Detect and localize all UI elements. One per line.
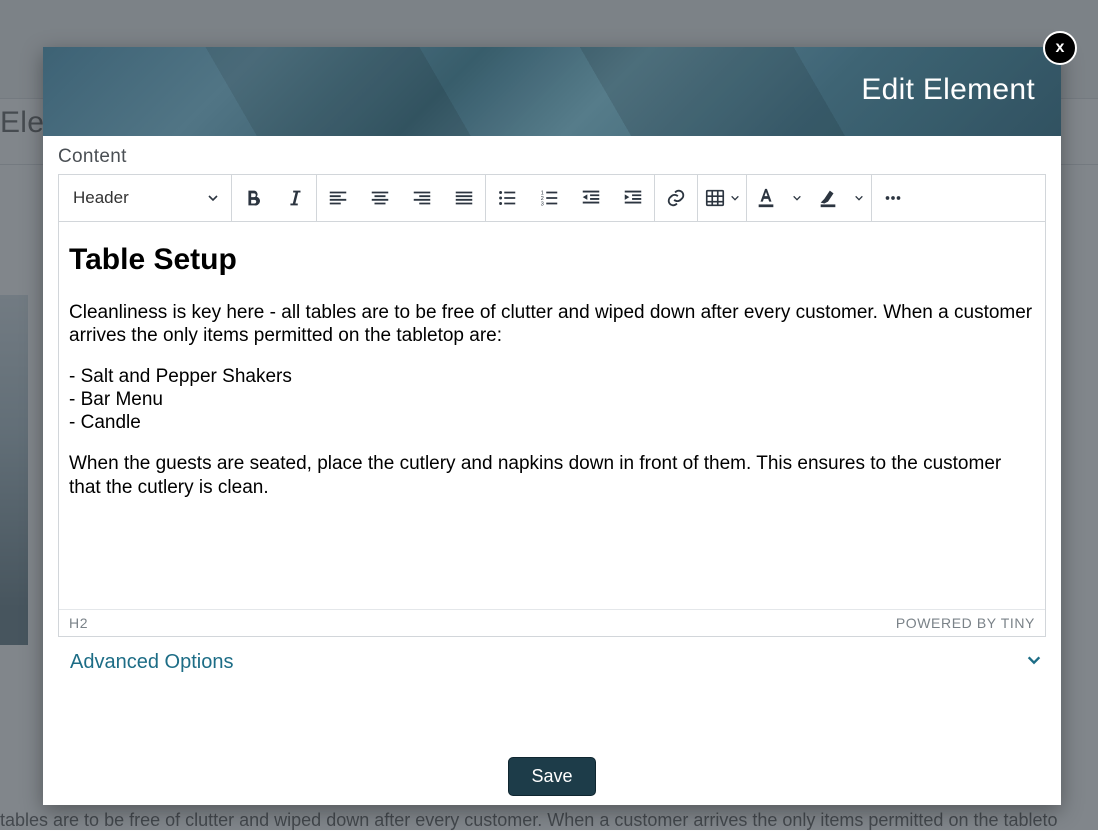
bold-button[interactable] xyxy=(232,175,274,221)
svg-text:3: 3 xyxy=(541,201,544,207)
text-color-icon xyxy=(755,186,777,210)
editor-list-item: - Bar Menu xyxy=(69,388,1035,411)
modal-header: Edit Element xyxy=(43,47,1061,136)
link-icon xyxy=(665,187,687,209)
chevron-down-icon xyxy=(792,193,802,203)
editor-frame: Table Setup Cleanliness is key here - al… xyxy=(58,222,1046,637)
align-justify-button[interactable] xyxy=(443,175,485,221)
more-button[interactable] xyxy=(872,175,914,221)
bullet-list-button[interactable] xyxy=(486,175,528,221)
save-button[interactable]: Save xyxy=(508,757,595,796)
table-button[interactable] xyxy=(698,175,746,221)
format-select[interactable]: Header xyxy=(59,175,231,221)
bullet-list-icon xyxy=(496,187,518,209)
editor-list-item: - Salt and Pepper Shakers xyxy=(69,365,1035,388)
outdent-button[interactable] xyxy=(570,175,612,221)
align-left-button[interactable] xyxy=(317,175,359,221)
highlight-color-menu[interactable] xyxy=(847,175,871,221)
content-label: Content xyxy=(58,136,1046,174)
align-left-icon xyxy=(327,187,349,209)
align-justify-icon xyxy=(453,187,475,209)
align-center-button[interactable] xyxy=(359,175,401,221)
format-select-label: Header xyxy=(73,188,129,208)
editor-heading: Table Setup xyxy=(69,242,1035,279)
powered-by-label[interactable]: POWERED BY TINY xyxy=(896,615,1035,631)
editor-toolbar: Header xyxy=(58,174,1046,222)
close-button[interactable]: x xyxy=(1043,31,1077,65)
numbered-list-icon: 123 xyxy=(538,187,560,209)
align-right-icon xyxy=(411,187,433,209)
editor-list-item: - Candle xyxy=(69,411,1035,434)
numbered-list-button[interactable]: 123 xyxy=(528,175,570,221)
highlight-color-button[interactable] xyxy=(809,175,847,221)
outdent-icon xyxy=(580,187,602,209)
editor-content[interactable]: Table Setup Cleanliness is key here - al… xyxy=(59,222,1045,609)
modal-title: Edit Element xyxy=(861,73,1035,107)
italic-icon xyxy=(284,187,306,209)
text-color-button[interactable] xyxy=(747,175,785,221)
advanced-options-toggle[interactable]: Advanced Options xyxy=(58,637,1046,684)
italic-button[interactable] xyxy=(274,175,316,221)
editor-statusbar: H2 POWERED BY TINY xyxy=(59,609,1045,636)
chevron-down-icon xyxy=(1026,651,1042,674)
align-center-icon xyxy=(369,187,391,209)
table-icon xyxy=(704,187,726,209)
editor-paragraph: Cleanliness is key here - all tables are… xyxy=(69,301,1035,347)
chevron-down-icon xyxy=(730,193,740,203)
advanced-options-label: Advanced Options xyxy=(70,651,233,674)
editor-path[interactable]: H2 xyxy=(69,615,88,631)
editor-paragraph: When the guests are seated, place the cu… xyxy=(69,452,1035,498)
bold-icon xyxy=(242,187,264,209)
indent-button[interactable] xyxy=(612,175,654,221)
highlight-icon xyxy=(817,186,839,210)
indent-icon xyxy=(622,187,644,209)
chevron-down-icon xyxy=(207,192,219,204)
text-color-menu[interactable] xyxy=(785,175,809,221)
align-right-button[interactable] xyxy=(401,175,443,221)
close-icon: x xyxy=(1056,39,1065,57)
edit-element-modal: Edit Element Content Header xyxy=(43,47,1061,805)
more-icon xyxy=(882,187,904,209)
link-button[interactable] xyxy=(655,175,697,221)
chevron-down-icon xyxy=(854,193,864,203)
